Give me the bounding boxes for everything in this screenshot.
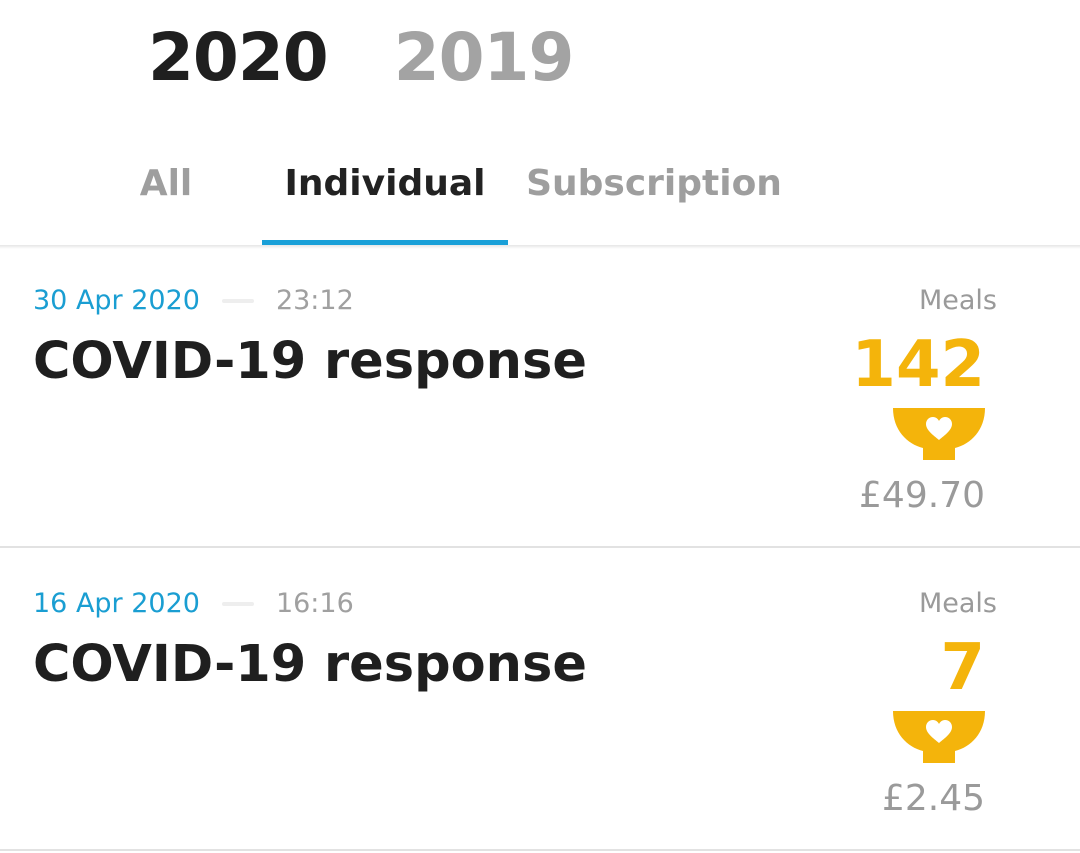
donation-title: COVID-19 response [33,332,587,391]
tab-all-label: All [139,163,193,204]
meals-count: 142 [851,328,985,402]
donation-list-item[interactable]: 16 Apr 2020 16:16 COVID-19 response Meal… [0,557,1080,849]
year-selector: 2020 2019 [148,18,575,98]
meals-count: 7 [940,631,985,705]
donation-date: 16 Apr 2020 [33,588,200,619]
donation-title: COVID-19 response [33,635,587,694]
donation-amount: £2.45 [881,778,985,819]
year-tab-2020[interactable]: 2020 [148,18,329,98]
meta-separator [221,299,254,303]
tab-subscription-label: Subscription [526,163,782,204]
donation-time: 23:12 [275,285,354,316]
donation-list-item[interactable]: 30 Apr 2020 23:12 COVID-19 response Meal… [0,254,1080,546]
donation-amount: £49.70 [859,475,985,516]
list-divider [0,849,1080,851]
list-divider [0,546,1080,548]
donation-meals-summary: Meals 7 £2.45 [805,587,997,821]
tab-subscription[interactable]: Subscription [508,140,800,244]
donation-meta: 16 Apr 2020 16:16 [33,587,354,621]
tab-individual[interactable]: Individual [262,140,508,244]
donation-meta: 30 Apr 2020 23:12 [33,284,354,318]
tab-individual-label: Individual [284,163,486,204]
meals-label: Meals [918,588,997,619]
donation-date: 30 Apr 2020 [33,285,200,316]
meals-label: Meals [918,285,997,316]
donation-time: 16:16 [275,588,354,619]
donation-meals-summary: Meals 142 £49.70 [805,284,997,518]
tab-all[interactable]: All [110,140,222,244]
bowl-heart-icon [893,711,985,763]
meta-separator [221,602,254,606]
donation-type-tabs: All Individual Subscription [0,140,1080,249]
donation-history-screen: 2020 2019 All Individual Subscription 30… [0,0,1080,853]
year-tab-2019[interactable]: 2019 [394,18,575,98]
bowl-heart-icon [893,408,985,460]
tabs-divider-shadow [0,245,1080,249]
